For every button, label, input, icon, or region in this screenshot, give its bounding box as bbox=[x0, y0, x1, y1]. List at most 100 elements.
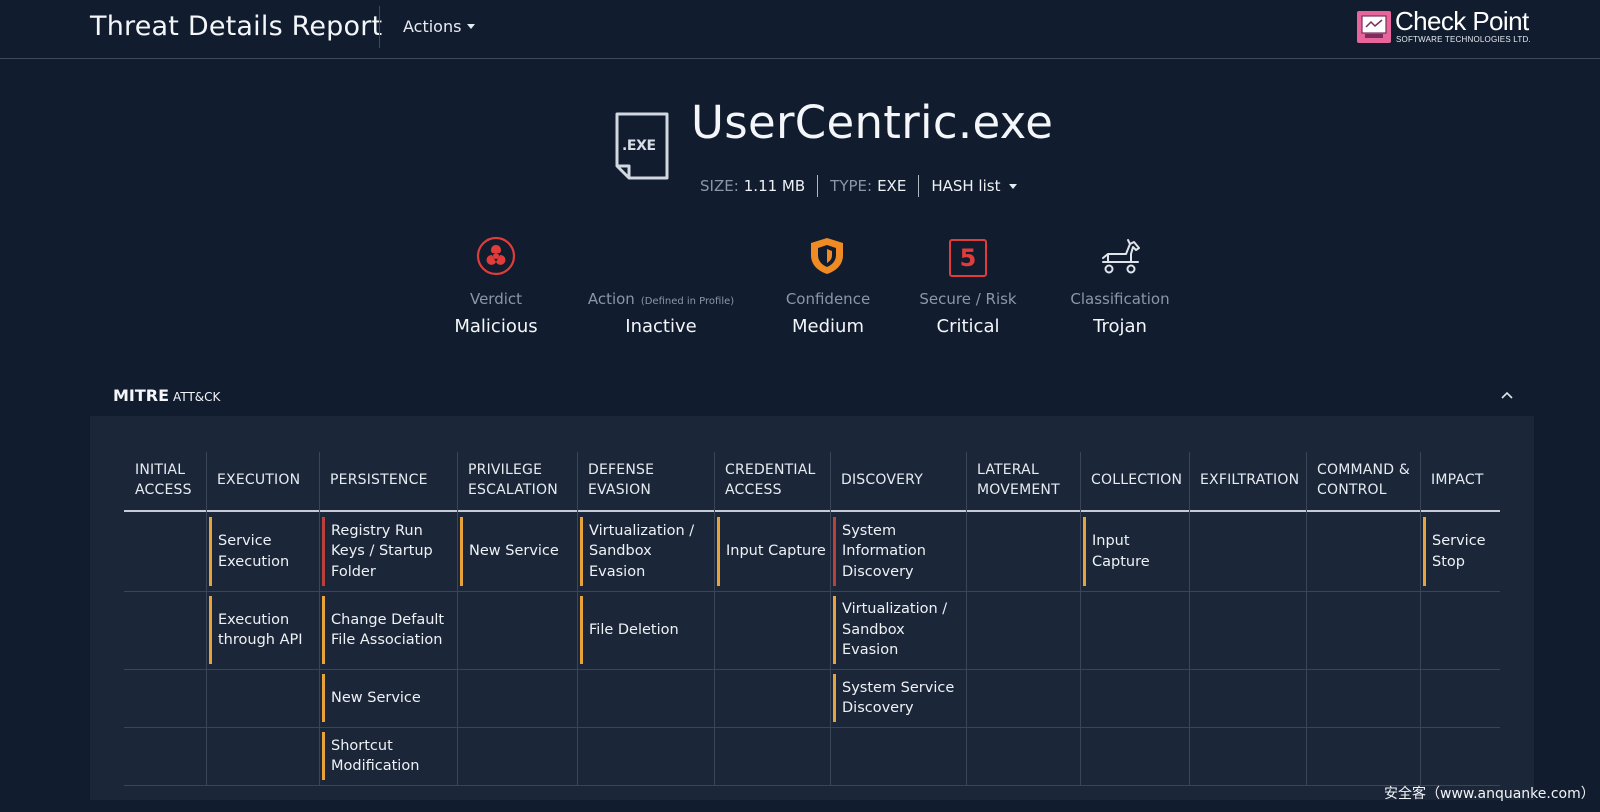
technique-label-line: Input bbox=[1092, 533, 1130, 549]
column-header-line: COLLECTION bbox=[1091, 472, 1183, 488]
matrix-row-divider bbox=[124, 727, 1500, 728]
technique-label-line: Service bbox=[218, 533, 272, 549]
technique-label-line: Folder bbox=[331, 563, 376, 580]
confidence-value: Medium bbox=[792, 316, 864, 337]
brand-name: Check Point bbox=[1395, 6, 1529, 36]
column-header-line: ACCESS bbox=[135, 482, 192, 498]
technique-cell[interactable]: Input Capture bbox=[717, 515, 827, 588]
file-name: UserCentric.exe bbox=[691, 96, 1054, 149]
size-label: SIZE: bbox=[700, 177, 739, 195]
column-header-line: DISCOVERY bbox=[841, 472, 923, 488]
column-header-line: ACCESS bbox=[725, 482, 782, 498]
mitre-column-header: PRIVILEGE ESCALATION bbox=[468, 460, 558, 500]
mitre-column-header: LATERAL MOVEMENT bbox=[977, 460, 1060, 500]
matrix-column-divider bbox=[1420, 452, 1421, 785]
risk-score-badge: 5 bbox=[949, 239, 987, 277]
mitre-column-header: DISCOVERY bbox=[841, 470, 923, 490]
technique-label: Shortcut Modification bbox=[331, 736, 419, 777]
actions-menu-button[interactable]: Actions bbox=[403, 17, 476, 36]
technique-label: System Service Discovery bbox=[842, 678, 954, 719]
technique-cell[interactable]: Service Stop bbox=[1423, 515, 1497, 588]
caret-down-icon bbox=[1009, 183, 1018, 189]
technique-label: Registry Run Keys / Startup Folder bbox=[331, 521, 433, 583]
column-header-line: CONTROL bbox=[1317, 482, 1387, 498]
trojan-horse-icon bbox=[1102, 239, 1140, 274]
technique-cell[interactable]: Registry Run Keys / Startup Folder bbox=[322, 515, 454, 588]
mitre-column-header: COLLECTION bbox=[1091, 470, 1182, 490]
column-header-line: COMMAND & bbox=[1317, 462, 1410, 478]
column-header-line: PERSISTENCE bbox=[330, 472, 428, 488]
technique-label-line: Execution bbox=[218, 611, 290, 628]
mitre-title-rest: ATT&CK bbox=[173, 390, 221, 404]
mitre-title-bold: MITRE bbox=[113, 386, 170, 405]
column-header-line: LATERAL bbox=[977, 462, 1039, 478]
column-header-line: EXECUTION bbox=[217, 472, 301, 488]
technique-label-line: Virtualization / bbox=[842, 601, 948, 618]
technique-cell[interactable]: Virtualization / Sandbox Evasion bbox=[580, 515, 711, 588]
column-header-line: DEFENSE bbox=[588, 462, 655, 478]
technique-label: Virtualization / Sandbox Evasion bbox=[842, 599, 947, 661]
matrix-column-divider bbox=[577, 452, 578, 785]
action-label: Action (Defined in Profile) bbox=[588, 290, 734, 308]
technique-cell[interactable]: File Deletion bbox=[580, 594, 711, 666]
risk-value: Critical bbox=[936, 316, 1000, 337]
technique-label-line: File Association bbox=[331, 632, 443, 648]
action-label-text: Action bbox=[587, 290, 635, 308]
brand-subtitle: SOFTWARE TECHNOLOGIES LTD. bbox=[1396, 35, 1531, 44]
technique-label-line: Registry Run bbox=[331, 522, 423, 539]
report-title: Threat Details Report bbox=[90, 11, 383, 42]
mitre-column-header: COMMAND & CONTROL bbox=[1317, 460, 1410, 500]
column-header-line: CREDENTIAL bbox=[725, 462, 816, 478]
technique-cell[interactable]: Input Capture bbox=[1083, 515, 1186, 588]
hash-list-label: HASH list bbox=[931, 177, 1001, 195]
technique-label: Execution through API bbox=[218, 610, 303, 651]
mitre-column-header: DEFENSE EVASION bbox=[588, 460, 654, 500]
confidence-label: Confidence bbox=[785, 290, 871, 308]
shield-icon bbox=[811, 238, 843, 274]
technique-label-line: Information bbox=[842, 543, 926, 560]
chevron-up-icon[interactable] bbox=[1500, 390, 1514, 400]
meta-divider bbox=[817, 175, 819, 197]
matrix-column-divider bbox=[1080, 452, 1081, 785]
column-header-line: ESCALATION bbox=[468, 482, 558, 498]
technique-label: New Service bbox=[469, 541, 559, 562]
technique-label-line: Virtualization / bbox=[589, 522, 695, 539]
verdict-label: Verdict bbox=[469, 290, 523, 308]
technique-cell[interactable]: Virtualization / Sandbox Evasion bbox=[833, 594, 963, 666]
technique-label-line: Evasion bbox=[842, 642, 899, 659]
file-extension-label: .EXE bbox=[622, 138, 656, 154]
technique-label: New Service bbox=[331, 688, 421, 709]
matrix-column-divider bbox=[457, 452, 458, 785]
matrix-row-divider bbox=[124, 669, 1500, 670]
matrix-column-divider bbox=[830, 452, 831, 785]
technique-cell[interactable]: New Service bbox=[322, 672, 454, 724]
technique-cell[interactable]: New Service bbox=[460, 515, 574, 588]
matrix-column-divider bbox=[966, 452, 967, 785]
technique-cell[interactable]: Service Execution bbox=[209, 515, 316, 588]
matrix-column-divider bbox=[714, 452, 715, 785]
mitre-column-header: CREDENTIAL ACCESS bbox=[725, 460, 816, 500]
technique-cell[interactable]: Change Default File Association bbox=[322, 594, 454, 666]
mitre-column-header: IMPACT bbox=[1431, 470, 1484, 490]
watermark: 安全客（www.anquanke.com） bbox=[1384, 786, 1595, 802]
technique-label: Service Execution bbox=[218, 531, 289, 572]
technique-label-line: Sandbox bbox=[589, 543, 652, 560]
technique-label-line: New Service bbox=[331, 689, 421, 706]
hash-list-dropdown[interactable]: HASH list bbox=[931, 177, 1018, 195]
technique-label-line: System Service bbox=[842, 679, 955, 696]
technique-label-line: Evasion bbox=[589, 563, 646, 580]
matrix-column-divider bbox=[1306, 452, 1307, 785]
mitre-column-header: EXECUTION bbox=[217, 470, 300, 490]
type-value: EXE bbox=[877, 177, 907, 195]
technique-label-line: Modification bbox=[331, 758, 420, 774]
technique-label-line: Discovery bbox=[842, 563, 914, 580]
technique-cell[interactable]: Execution through API bbox=[209, 594, 316, 666]
technique-label: Change Default File Association bbox=[331, 610, 444, 651]
technique-label-line: Shortcut bbox=[331, 737, 393, 754]
mitre-column-header: PERSISTENCE bbox=[330, 470, 428, 490]
classification-label: Classification bbox=[1070, 290, 1170, 308]
technique-cell[interactable]: Shortcut Modification bbox=[322, 730, 454, 782]
technique-cell[interactable]: System Service Discovery bbox=[833, 672, 963, 724]
technique-cell[interactable]: System Information Discovery bbox=[833, 515, 963, 588]
technique-label: Service Stop bbox=[1432, 531, 1486, 572]
